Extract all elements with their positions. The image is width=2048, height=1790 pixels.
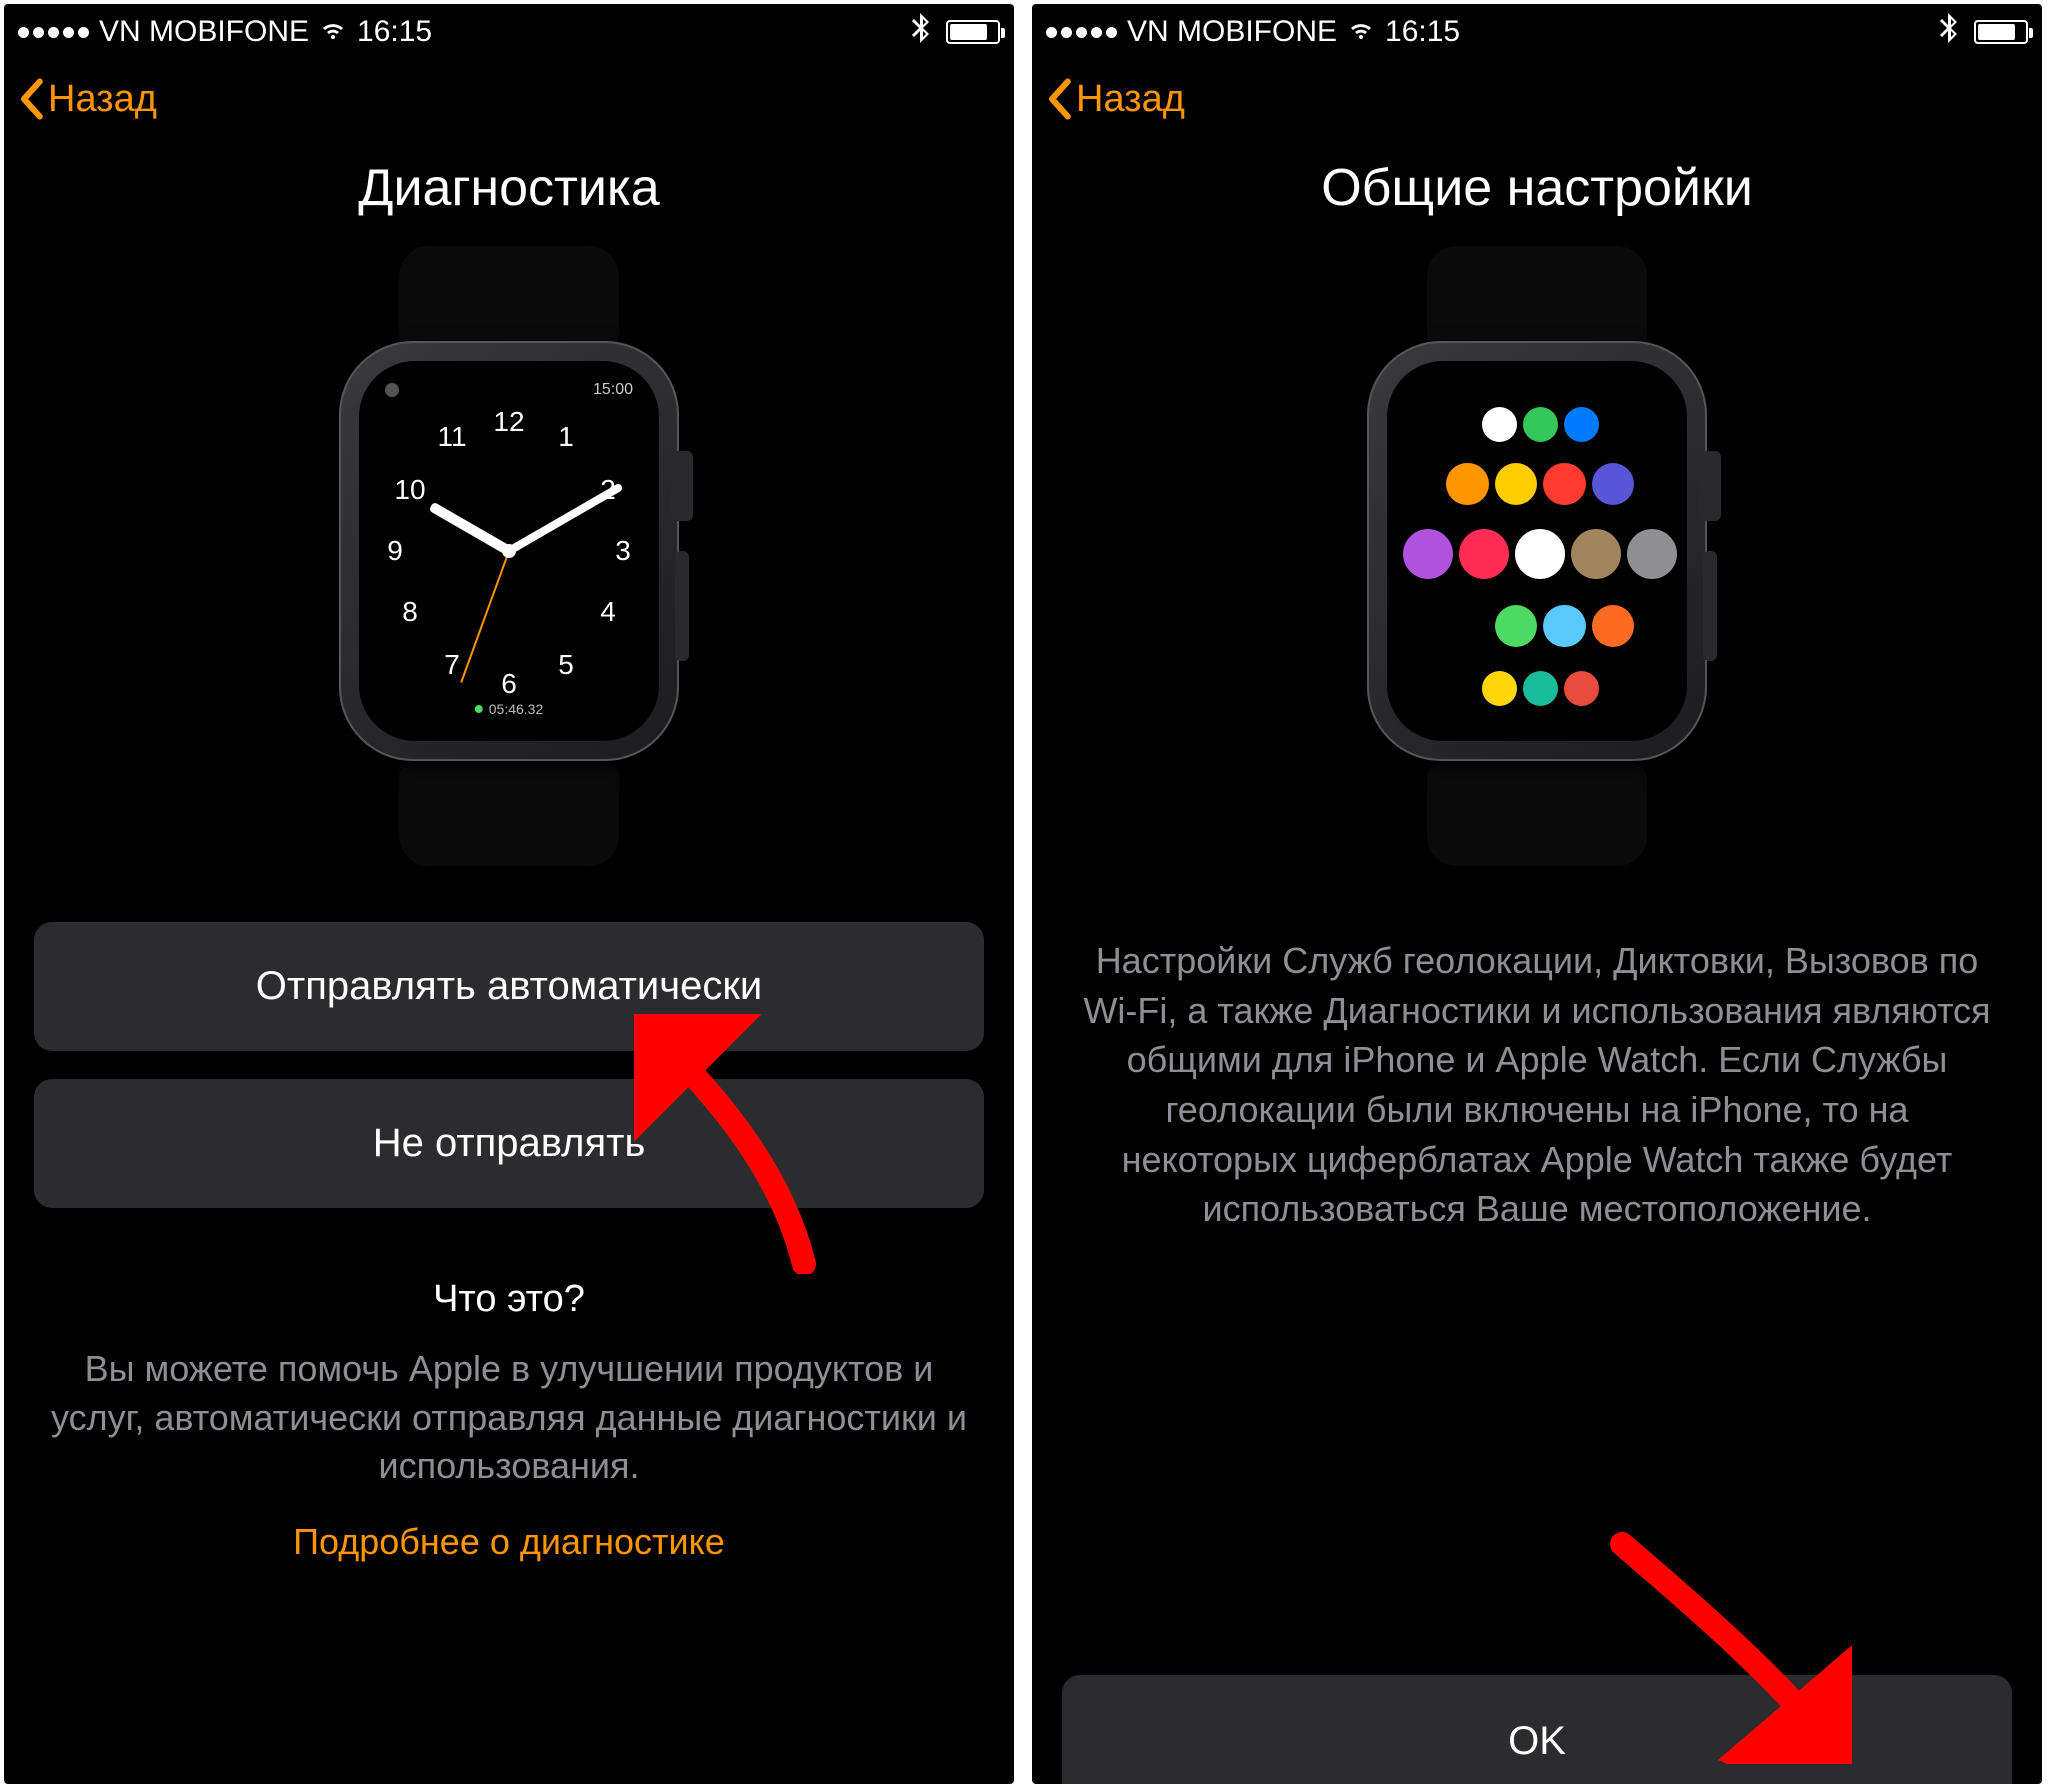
nav-bar: Назад [1032, 60, 2042, 138]
phone-left: VN MOBIFONE 16:15 Назад Диагностика [4, 4, 1014, 1784]
status-bar: VN MOBIFONE 16:15 [1032, 4, 2042, 60]
phone-right: VN MOBIFONE 16:15 Назад Общие настройки [1032, 4, 2042, 1784]
battery-icon [1974, 20, 2028, 44]
info-title: Что это? [4, 1278, 1014, 1321]
wifi-icon [1347, 15, 1375, 49]
watch-illustration [1032, 246, 2042, 866]
status-bar: VN MOBIFONE 16:15 [4, 4, 1014, 60]
app-grid-face [1387, 361, 1687, 741]
page-title: Диагностика [4, 158, 1014, 218]
signal-strength-icon [1046, 27, 1117, 38]
watch-illustration: 15:00 12 1 2 3 4 5 6 7 8 9 10 11 [4, 246, 1014, 866]
time-label: 16:15 [357, 15, 432, 49]
info-text: Вы можете помочь Apple в улучшении проду… [4, 1345, 1014, 1491]
back-label: Назад [1076, 78, 1185, 121]
page-title: Общие настройки [1032, 158, 2042, 218]
learn-more-link[interactable]: Подробнее о диагностике [4, 1521, 1014, 1563]
wifi-icon [319, 15, 347, 49]
signal-strength-icon [18, 27, 89, 38]
time-label: 16:15 [1385, 15, 1460, 49]
bluetooth-icon [912, 13, 930, 51]
bluetooth-icon [1940, 13, 1958, 51]
battery-icon [946, 20, 1000, 44]
carrier-label: VN MOBIFONE [1127, 15, 1337, 49]
carrier-label: VN MOBIFONE [99, 15, 309, 49]
back-button[interactable]: Назад [1046, 78, 1185, 121]
dont-send-button[interactable]: Не отправлять [34, 1079, 984, 1208]
settings-description: Настройки Служб геолокации, Диктовки, Вы… [1032, 936, 2042, 1234]
analog-watch-face: 15:00 12 1 2 3 4 5 6 7 8 9 10 11 [359, 361, 659, 741]
back-button[interactable]: Назад [18, 78, 157, 121]
send-automatically-button[interactable]: Отправлять автоматически [34, 922, 984, 1051]
watch-time-label: 15:00 [593, 381, 633, 399]
nav-bar: Назад [4, 60, 1014, 138]
back-label: Назад [48, 78, 157, 121]
ok-button[interactable]: OK [1062, 1675, 2012, 1784]
